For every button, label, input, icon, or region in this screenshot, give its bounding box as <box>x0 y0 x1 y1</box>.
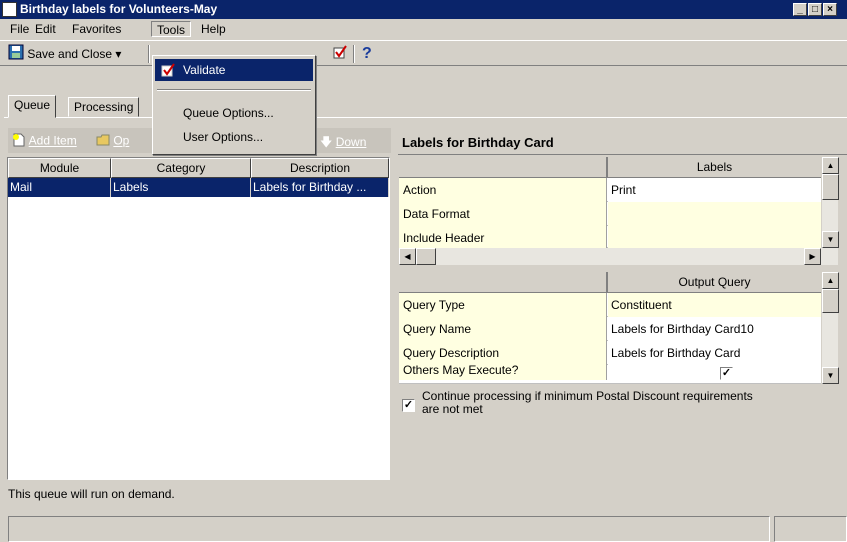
labels-vertical-scrollbar[interactable]: ▲ ▼ <box>821 157 839 248</box>
save-and-close-button[interactable]: Save and Close ▾ <box>8 44 121 64</box>
labels-grid-corner <box>399 157 607 178</box>
menu-tools[interactable]: Tools <box>151 21 192 37</box>
menu-item-user-options[interactable]: User Options... <box>155 126 313 148</box>
cell-module: Mail <box>8 178 111 197</box>
property-value[interactable]: Labels for Birthday Card10 <box>608 317 821 341</box>
tab-processing[interactable]: Processing <box>68 97 140 117</box>
others-may-execute-checkbox[interactable]: ✓ <box>720 367 733 380</box>
scroll-up-icon[interactable]: ▲ <box>822 157 839 174</box>
property-name: Query Description <box>399 341 607 365</box>
queue-status-text: This queue will run on demand. <box>8 487 175 501</box>
window-title: Birthday labels for Volunteers-May <box>20 2 218 16</box>
table-row[interactable]: Mail Labels Labels for Birthday ... <box>8 178 389 197</box>
property-row[interactable]: Include Header <box>399 226 821 248</box>
property-value[interactable]: Constituent <box>608 293 821 317</box>
save-dropdown-arrow[interactable]: ▾ <box>115 47 121 61</box>
column-header-module[interactable]: Module <box>8 158 111 178</box>
scroll-up-icon[interactable]: ▲ <box>822 272 839 289</box>
down-arrow-icon: 🡇 <box>320 135 333 149</box>
menu-bar: File Edit Favorites Tools Help <box>0 19 847 38</box>
tab-strip-border <box>4 117 847 118</box>
queue-grid: Module Category Description Mail Labels … <box>7 157 390 480</box>
scroll-thumb[interactable] <box>822 174 839 200</box>
property-name: Action <box>399 178 607 202</box>
scroll-right-icon[interactable]: ▶ <box>804 248 821 265</box>
menu-item-queue-options[interactable]: Queue Options... <box>155 102 313 124</box>
property-row[interactable]: Query Description Labels for Birthday Ca… <box>399 341 821 365</box>
menu-help[interactable]: Help <box>196 21 231 37</box>
checkmark-icon <box>333 45 347 65</box>
maximize-button[interactable]: □ <box>808 3 822 16</box>
toolbar-separator <box>353 45 355 63</box>
property-value[interactable] <box>608 226 821 248</box>
column-header-description[interactable]: Description <box>251 158 389 178</box>
open-icon <box>96 133 110 150</box>
property-value[interactable]: ✓ <box>608 365 821 383</box>
save-icon <box>8 44 24 66</box>
property-value[interactable]: Print <box>608 178 821 202</box>
property-value[interactable]: Labels for Birthday Card <box>608 341 821 365</box>
minimize-button[interactable]: _ <box>793 3 807 16</box>
close-button[interactable]: × <box>823 3 837 16</box>
add-item-button[interactable]: Add Item <box>12 133 77 150</box>
property-name: Include Header <box>399 226 607 248</box>
scroll-down-icon[interactable]: ▼ <box>822 231 839 248</box>
title-bar: Birthday labels for Volunteers-May _ □ × <box>0 0 847 19</box>
help-icon[interactable]: ? <box>362 44 372 64</box>
output-grid-header: Output Query <box>607 272 821 293</box>
toolbar: Save and Close ▾ ? <box>0 40 847 66</box>
property-value[interactable] <box>608 202 821 226</box>
labels-property-grid: Labels Action Print Data Format Include … <box>399 157 821 248</box>
cell-description: Labels for Birthday ... <box>251 178 389 197</box>
property-name: Query Name <box>399 317 607 341</box>
menu-favorites[interactable]: Favorites <box>67 21 126 37</box>
continue-processing-option[interactable]: ✓ Continue processing if minimum Postal … <box>402 389 842 421</box>
status-panel-side <box>774 516 847 542</box>
property-row[interactable]: Others May Execute? ✓ <box>399 365 821 384</box>
labels-horizontal-scrollbar[interactable]: ◀ ▶ <box>399 248 838 265</box>
add-item-label: Add Item <box>28 133 77 148</box>
status-panel-main <box>8 516 770 542</box>
panel-title: Labels for Birthday Card <box>398 130 847 155</box>
status-bar <box>0 510 847 542</box>
scroll-thumb[interactable] <box>822 289 839 313</box>
menu-item-validate-label: Validate <box>183 63 226 77</box>
cell-category: Labels <box>111 178 251 197</box>
property-name: Others May Execute? <box>399 365 607 380</box>
column-header-category[interactable]: Category <box>111 158 251 178</box>
menu-edit[interactable]: Edit <box>30 21 61 37</box>
output-grid-corner <box>399 272 607 293</box>
output-vertical-scrollbar[interactable]: ▲ ▼ <box>821 272 839 384</box>
validate-toolbar-button[interactable] <box>333 44 347 64</box>
property-row[interactable]: Action Print <box>399 178 821 202</box>
toolbar-separator <box>148 45 150 63</box>
continue-processing-label-line1: Continue processing if minimum Postal Di… <box>422 389 753 403</box>
app-icon[interactable] <box>2 2 17 17</box>
add-item-icon <box>12 133 26 150</box>
tools-dropdown-menu: Validate Queue Options... User Options..… <box>152 55 316 155</box>
property-row[interactable]: Query Name Labels for Birthday Card10 <box>399 317 821 341</box>
property-row[interactable]: Data Format <box>399 202 821 226</box>
down-label: Down <box>335 135 367 149</box>
property-row[interactable]: Query Type Constituent <box>399 293 821 317</box>
property-name: Data Format <box>399 202 607 226</box>
scroll-left-icon[interactable]: ◀ <box>399 248 416 265</box>
checkmark-icon <box>161 59 175 84</box>
save-and-close-label: Save and Close <box>27 47 113 62</box>
open-label: Op <box>113 133 130 148</box>
continue-processing-label-line2: are not met <box>422 402 483 416</box>
move-down-button[interactable]: 🡇 Down <box>320 133 366 154</box>
labels-grid-header: Labels <box>607 157 821 178</box>
tab-queue[interactable]: Queue <box>8 95 57 118</box>
continue-processing-checkbox[interactable]: ✓ <box>402 399 415 412</box>
menu-separator <box>157 89 311 91</box>
scroll-thumb[interactable] <box>416 248 436 265</box>
output-query-grid: Output Query Query Type Constituent Quer… <box>399 272 821 384</box>
menu-item-validate[interactable]: Validate <box>155 59 313 81</box>
scroll-down-icon[interactable]: ▼ <box>822 367 839 384</box>
property-name: Query Type <box>399 293 607 317</box>
open-button[interactable]: Op <box>96 133 129 150</box>
